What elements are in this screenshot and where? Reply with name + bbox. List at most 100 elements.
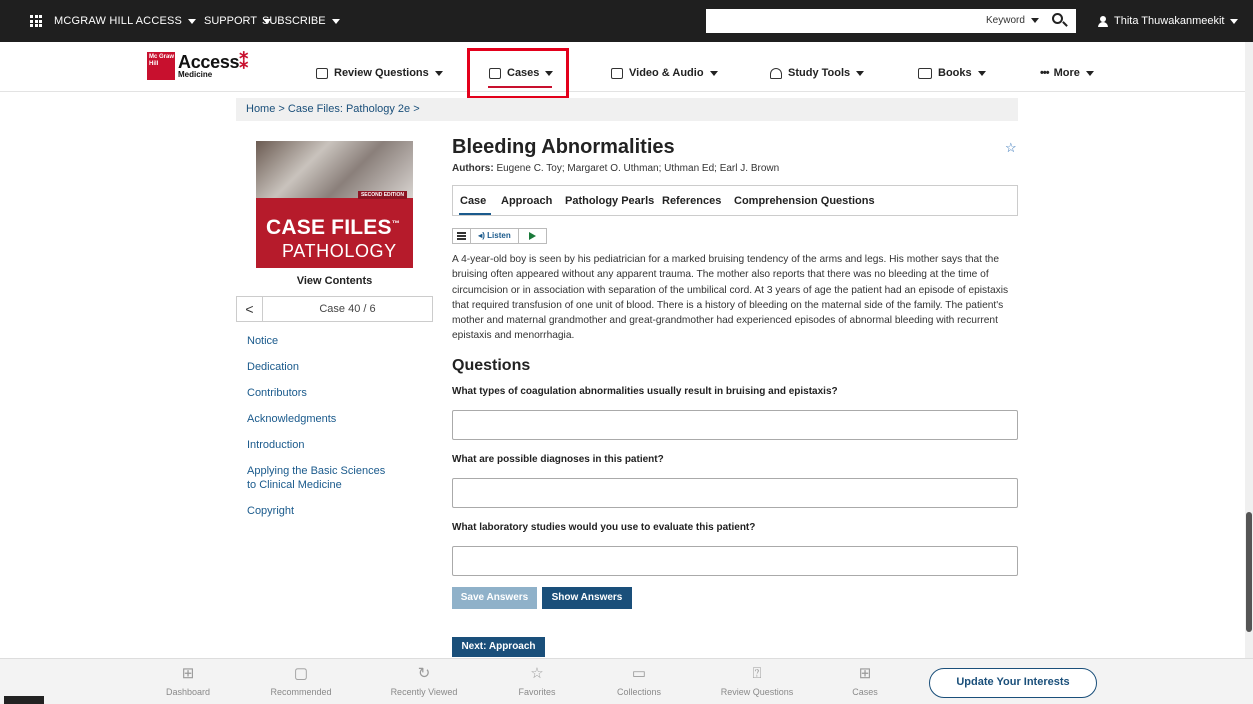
view-contents-link[interactable]: View Contents [236,275,433,287]
case-description: A 4-year-old boy is seen by his pediatri… [452,254,1009,342]
top-bar: MCGRAW HILL ACCESS SUPPORT SUBSCRIBE Key… [0,0,1253,42]
chevron-down-icon [709,70,718,76]
support-label: SUPPORT [204,15,257,27]
article-tabs: Case Approach Pathology Pearls Reference… [452,185,1018,216]
authors-names: Eugene C. Toy; Margaret O. Uthman; Uthma… [496,163,780,174]
tab-comprehension-questions[interactable]: Comprehension Questions [734,195,875,207]
dock-review-questions[interactable]: ⍰ Review Questions [707,665,807,697]
dock-review-questions-label: Review Questions [720,687,794,697]
nav-study-tools[interactable]: Study Tools [770,67,865,79]
more-icon: ••• [1040,67,1050,79]
toc-item-contributors[interactable]: Contributors [247,386,427,400]
folder-icon: ▭ [631,665,647,682]
listen-menu-button[interactable] [453,229,471,243]
show-answers-button[interactable]: Show Answers [542,587,632,609]
breadcrumb[interactable]: Home > Case Files: Pathology 2e > [236,98,1018,121]
subscribe-label: SUBSCRIBE [262,15,326,27]
access-logo-text: Access [178,52,240,72]
dock-recently-viewed[interactable]: ↻ Recently Viewed [374,665,474,697]
active-tab-indicator [459,213,491,215]
history-icon: ↻ [417,665,431,682]
apps-grid-icon[interactable] [30,15,44,27]
nav-more-label: More [1053,67,1080,79]
book-cover[interactable]: SECOND EDITION CASE FILES™ PATHOLOGY [256,141,413,268]
chevron-down-icon [434,70,443,76]
search-button[interactable] [1050,12,1070,30]
favorite-star-icon[interactable]: ☆ [1005,140,1017,156]
breadcrumb-text: Home > Case Files: Pathology 2e > [246,103,420,115]
chevron-down-icon [188,18,197,24]
scrollbar-thumb[interactable] [1246,512,1252,632]
nav-video-audio-label: Video & Audio [629,67,704,79]
dock-collections[interactable]: ▭ Collections [589,665,689,697]
question-1: What types of coagulation abnormalities … [452,386,838,397]
dock-recommended[interactable]: ▢ Recommended [251,665,351,697]
cover-subtitle: PATHOLOGY [282,241,397,261]
recommended-icon: ▢ [293,665,309,682]
nav-more[interactable]: ••• More [1040,67,1094,79]
access-medicine-logo[interactable]: Mc Graw Hill Access⁑ Medicine [147,52,248,80]
search-input[interactable] [706,9,976,33]
subscribe-menu[interactable]: SUBSCRIBE [262,15,340,27]
case-pager: < Case 40 / 6 [236,296,433,322]
page-title: Bleeding Abnormalities [452,136,675,158]
toc-item-acknowledgments[interactable]: Acknowledgments [247,412,427,426]
update-interests-button[interactable]: Update Your Interests [929,668,1097,698]
user-menu[interactable]: Thita Thuwakanmeekit [1098,15,1239,27]
tab-references[interactable]: References [662,195,721,207]
listen-label: Listen [487,231,511,240]
listen-player: ◂) Listen [452,228,547,244]
save-answers-button[interactable]: Save Answers [452,587,537,609]
play-icon[interactable] [519,229,546,243]
tab-pathology-pearls[interactable]: Pathology Pearls [565,195,654,207]
dock-favorites[interactable]: ☆ Favorites [487,665,587,697]
main-nav: Mc Graw Hill Access⁑ Medicine Review Que… [0,42,1253,92]
nav-review-questions-label: Review Questions [334,67,429,79]
search-icon-handle [1062,21,1068,27]
question-3: What laboratory studies would you use to… [452,522,756,533]
tab-case[interactable]: Case [460,195,486,207]
listen-button[interactable]: ◂) Listen [471,229,519,243]
page-scrollbar[interactable] [1245,42,1253,658]
edition-label: SECOND EDITION [357,191,407,199]
brand-menu[interactable]: MCGRAW HILL ACCESS [54,15,197,27]
tab-approach[interactable]: Approach [501,195,552,207]
dashboard-icon: ⊞ [181,665,195,682]
nav-books-label: Books [938,67,972,79]
chevron-down-icon [331,18,340,24]
answer-1-input[interactable] [452,410,1018,440]
authors-label: Authors: [452,163,494,174]
cover-title-text: CASE FILES [266,216,392,239]
nav-books[interactable]: Books [918,67,986,79]
toc-item-introduction[interactable]: Introduction [247,438,427,452]
nav-review-questions[interactable]: Review Questions [316,67,443,79]
toc-item-notice[interactable]: Notice [247,334,427,348]
search-bar: Keyword [706,9,1076,33]
prev-case-button[interactable]: < [237,297,263,321]
highlight-annotation-box [467,48,569,99]
answer-3-input[interactable] [452,546,1018,576]
next-approach-button[interactable]: Next: Approach [452,637,545,657]
brand-menu-label: MCGRAW HILL ACCESS [54,15,183,27]
answer-2-input[interactable] [452,478,1018,508]
question-2: What are possible diagnoses in this pati… [452,454,664,465]
study-tools-icon [770,67,782,79]
nav-video-audio[interactable]: Video & Audio [611,67,718,79]
video-icon [611,67,623,79]
chevron-down-icon [1230,18,1239,24]
toc-item-dedication[interactable]: Dedication [247,360,427,374]
review-questions-icon: ⍰ [752,665,762,682]
toc-item-copyright[interactable]: Copyright [247,504,427,518]
support-menu[interactable]: SUPPORT [204,15,271,27]
dock-cases[interactable]: ⊞ Cases [815,665,915,697]
case-position: Case 40 / 6 [319,303,376,315]
nav-study-tools-label: Study Tools [788,67,851,79]
mcgraw-hill-logo-text: Mc Graw Hill [149,54,175,67]
dock-dashboard-label: Dashboard [165,687,211,697]
dock-dashboard[interactable]: ⊞ Dashboard [138,665,238,697]
medicine-logo-text: Medicine [178,70,213,79]
toc-item-applying-basic-sciences[interactable]: Applying the Basic Sciences to Clinical … [247,464,397,492]
toc-list: Notice Dedication Contributors Acknowled… [247,334,427,530]
dock-cases-label: Cases [852,687,878,697]
search-mode-select[interactable]: Keyword [986,15,1039,26]
